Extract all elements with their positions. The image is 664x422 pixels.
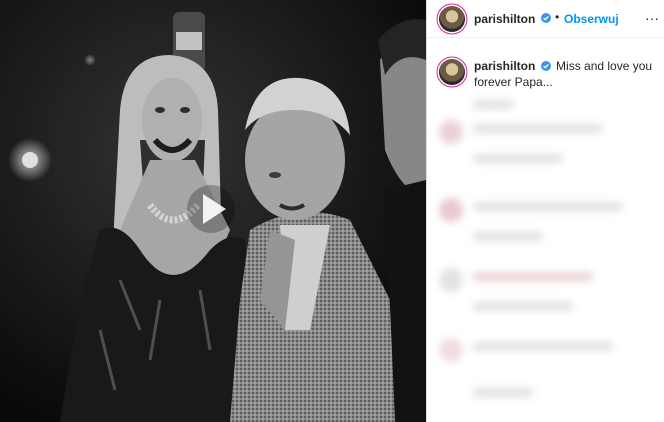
caption: parishilton Miss and love you forever Pa…: [474, 58, 654, 90]
more-options-icon[interactable]: ···: [645, 10, 659, 26]
follow-button[interactable]: Obserwuj: [564, 12, 619, 26]
username-link[interactable]: parishilton: [474, 12, 535, 26]
post-sidebar: parishilton • Obserwuj ··· parishilton M…: [426, 0, 664, 422]
play-icon: [187, 185, 235, 233]
post-header: parishilton • Obserwuj ···: [427, 0, 664, 38]
separator-dot: •: [555, 10, 560, 24]
verified-badge-icon: [541, 13, 551, 23]
avatar[interactable]: [439, 6, 465, 32]
caption-username-link[interactable]: parishilton: [474, 59, 535, 73]
post-video[interactable]: [0, 0, 426, 422]
caption-avatar[interactable]: [439, 59, 465, 85]
blurred-comments: [427, 98, 664, 422]
verified-badge-icon: [540, 61, 551, 71]
play-button[interactable]: [186, 184, 236, 234]
